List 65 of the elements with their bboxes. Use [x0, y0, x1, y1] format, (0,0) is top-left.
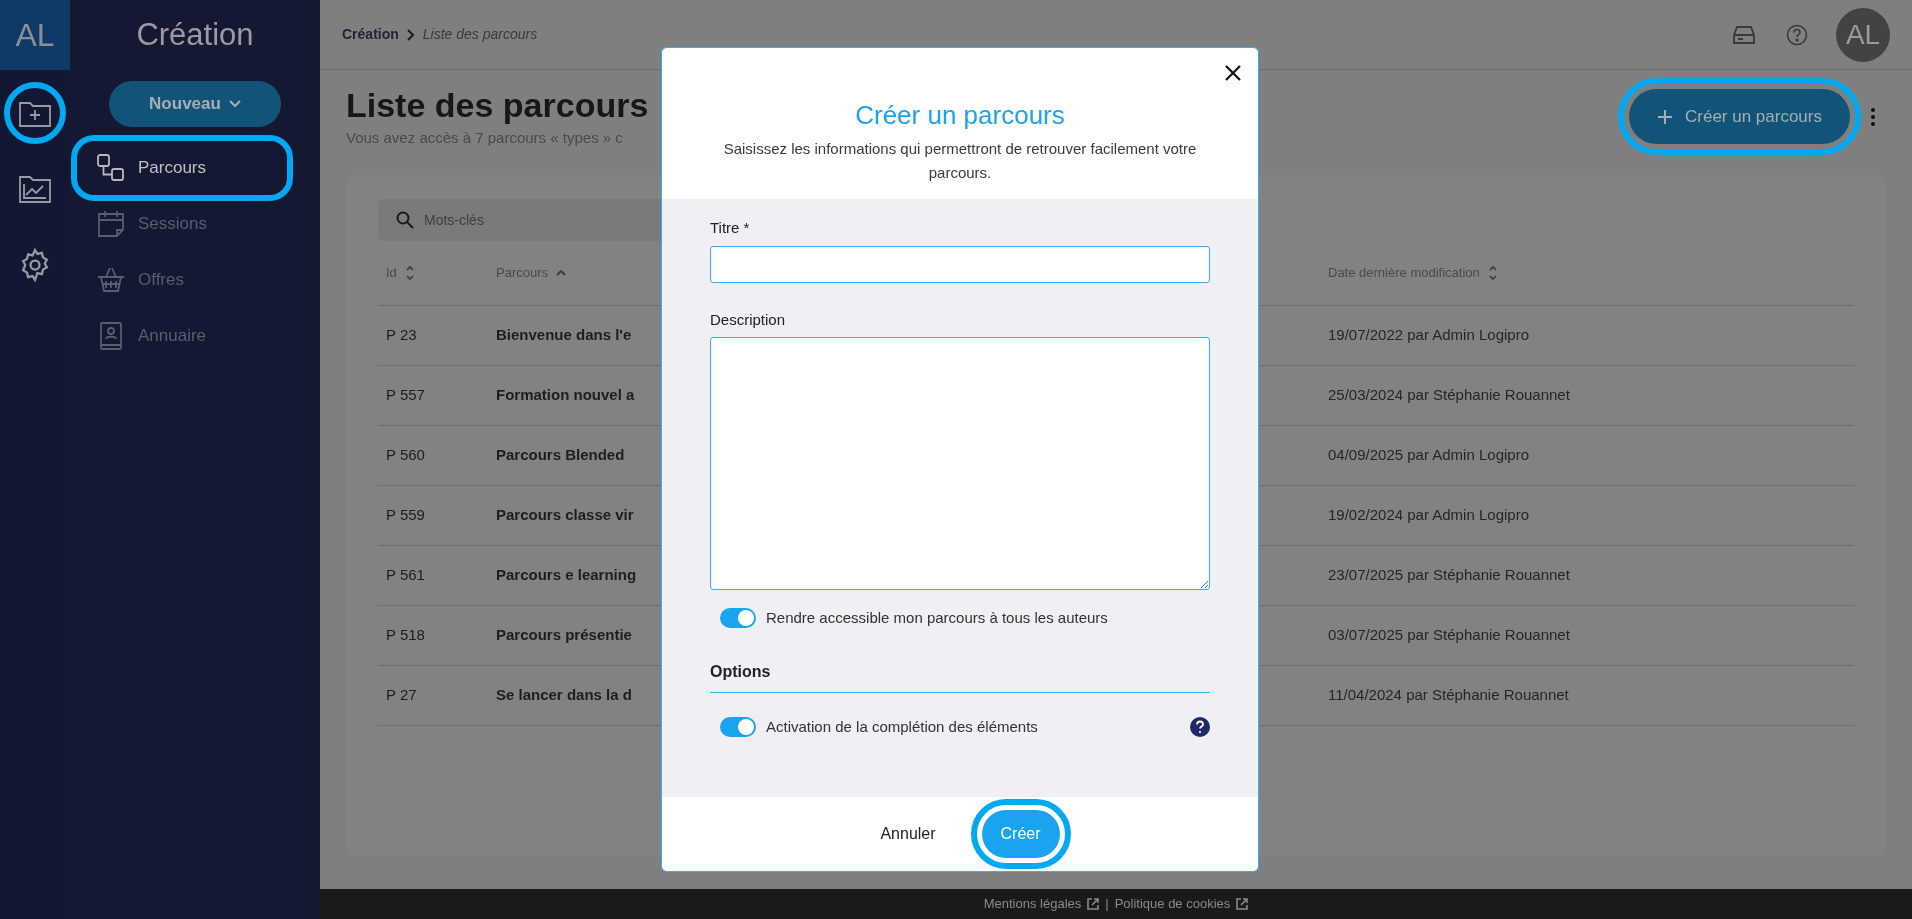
description-input-field[interactable] — [710, 337, 1210, 590]
table-cell-text: Parcours classe vir — [496, 505, 635, 526]
toggle-switch[interactable] — [720, 716, 756, 737]
table-cell-text: P 23 — [385, 325, 418, 346]
table-cell-text: 25/03/2024 par Stéphanie Rouannet — [1328, 385, 1570, 406]
table-cell-text: 04/09/2025 par Admin Logipro — [1328, 445, 1529, 466]
new-button[interactable]: Nouveau — [109, 81, 281, 127]
table-cell-text: Parcours Blended — [496, 445, 626, 466]
page-title: Liste des parcours — [346, 85, 649, 126]
sidebar-item[interactable]: Offres — [82, 258, 282, 302]
table-cell-text: 19/07/2022 par Admin Logipro — [1328, 325, 1529, 346]
table-cell-text: P 518 — [385, 625, 426, 646]
table-cell-text: P 559 — [385, 505, 426, 526]
breadcrumb-current: Liste des parcours — [422, 25, 538, 44]
table-cell-text: Bienvenue dans l'e — [496, 325, 633, 346]
separator-text: | — [1105, 895, 1109, 914]
table-cell-text: 19/02/2024 par Admin Logipro — [1328, 505, 1529, 526]
sort-icon — [1487, 265, 1498, 281]
title-input-field[interactable] — [710, 245, 1210, 283]
sort-ascending-icon — [556, 269, 567, 277]
table-cell-text: 11/04/2024 par Stéphanie Rouannet — [1328, 685, 1569, 706]
cancel-button[interactable]: Annuler — [880, 822, 936, 846]
column-header[interactable]: Date dernière modification — [1328, 263, 1498, 283]
field-label: Description — [710, 309, 787, 330]
table-cell-text: Parcours e learning — [496, 565, 638, 586]
basket-icon — [96, 265, 126, 295]
drawer-icon[interactable] — [1732, 24, 1756, 45]
close-icon[interactable] — [1224, 64, 1242, 82]
toggle-label: Rendre accessible mon parcours à tous les auteurs — [766, 608, 1108, 628]
toggle-switch[interactable] — [720, 608, 756, 629]
footer-link[interactable]: Mentions légales — [983, 894, 1082, 914]
modal-title: Créer un parcours — [855, 99, 1065, 132]
calendar-icon — [96, 209, 126, 239]
table-cell-text: P 561 — [385, 565, 426, 586]
sidebar-item[interactable]: Parcours — [82, 146, 282, 190]
table-cell-text: 03/07/2025 par Stéphanie Rouannet — [1328, 625, 1570, 646]
logo: AL — [0, 0, 70, 70]
sidebar-item[interactable]: Annuaire — [82, 314, 282, 358]
modal-description: Saisissez les informations qui permettront de retrouver facilement votre parcours. — [722, 139, 1198, 183]
field-label: Titre * — [710, 218, 751, 238]
external-link-icon — [1087, 898, 1100, 910]
table-cell-text: Parcours présentie — [496, 625, 633, 646]
table-cell-text: Se lancer dans la d — [496, 685, 633, 706]
table-cell-text: Formation nouvel a — [496, 385, 636, 406]
options-heading: Options — [710, 659, 1210, 693]
plus-icon — [1657, 108, 1673, 125]
sidebar-title: Création — [136, 15, 254, 54]
table-cell-text: P 560 — [385, 445, 426, 466]
breadcrumb-link[interactable]: Création — [342, 24, 399, 45]
chevron-down-icon — [228, 100, 241, 108]
more-options-icon[interactable] — [1870, 106, 1876, 127]
toggle-label: Activation de la complétion des éléments — [766, 716, 1038, 737]
column-header[interactable]: Parcours — [496, 263, 1328, 283]
table-cell-text: P 27 — [385, 685, 418, 706]
search-icon — [396, 211, 414, 229]
external-link-icon — [1236, 898, 1249, 910]
linked-squares-icon — [96, 153, 126, 183]
sort-icon — [404, 265, 415, 281]
footer-link[interactable]: Politique de cookies — [1114, 894, 1231, 914]
table-cell-text: 23/07/2025 par Stéphanie Rouannet — [1328, 565, 1570, 586]
chevron-right-icon — [406, 28, 415, 41]
sidebar-item[interactable]: Sessions — [82, 202, 282, 246]
help-icon[interactable] — [1190, 716, 1210, 737]
table-cell-text: P 557 — [385, 385, 426, 406]
user-avatar[interactable]: AL — [1836, 7, 1890, 62]
